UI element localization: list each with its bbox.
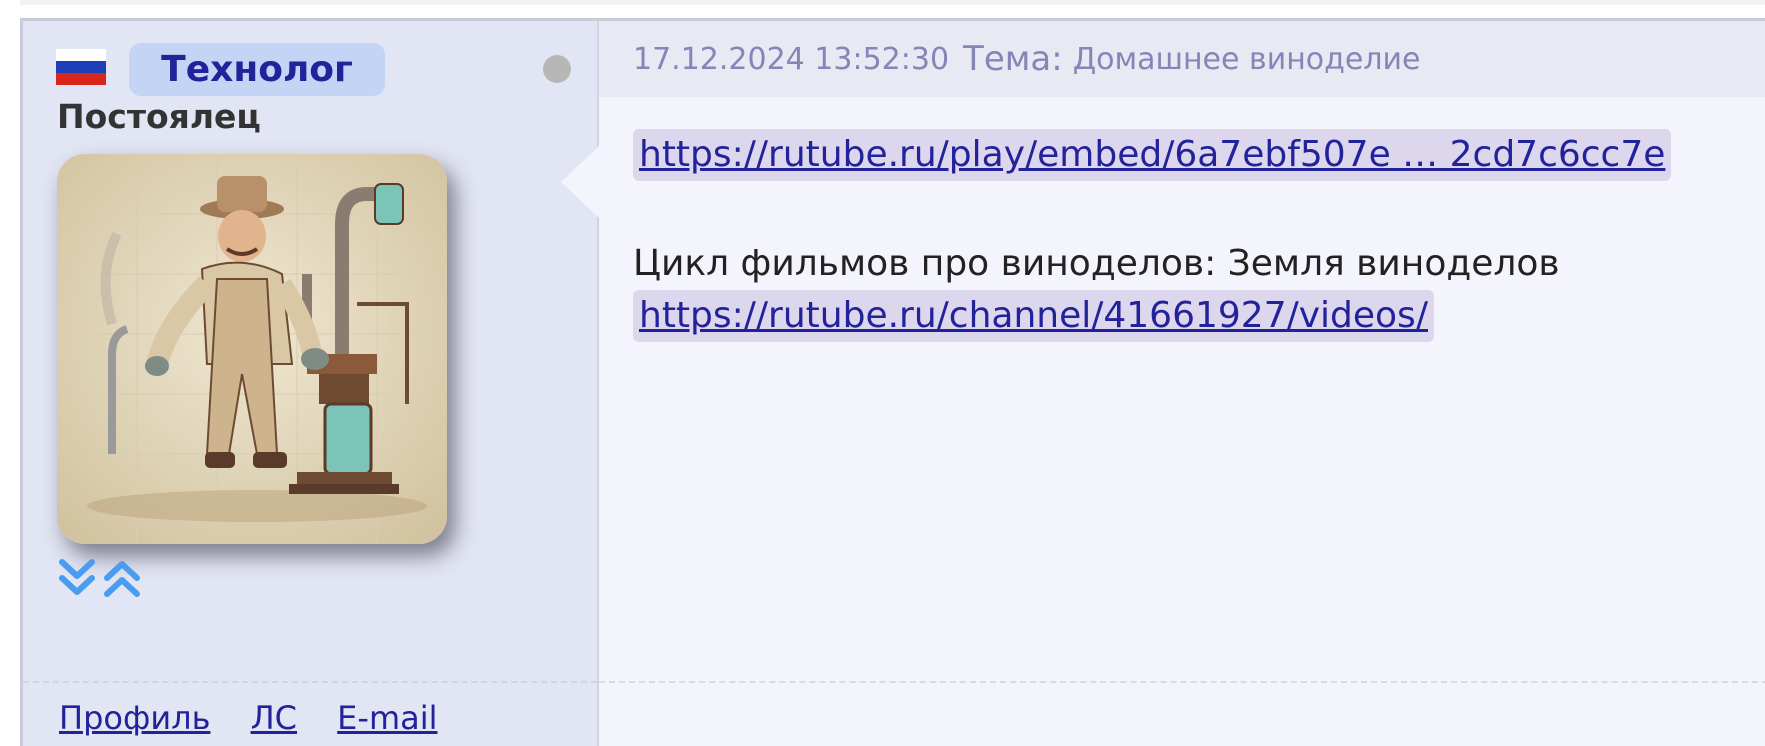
post-text: Цикл фильмов про виноделов: Земля виноде… <box>633 243 1560 284</box>
link-box: https://rutube.ru/channel/41661927/video… <box>633 290 1434 342</box>
russia-flag-icon <box>56 49 106 85</box>
link-box: https://rutube.ru/play/embed/6a7ebf507e … <box>633 129 1672 181</box>
user-info-panel: Технолог Постоялец Профиль ЛС E-mail <box>23 21 599 746</box>
forum-post: Технолог Постоялец Профиль ЛС E-mail 17.… <box>20 18 1765 746</box>
profile-link[interactable]: Профиль <box>59 699 210 737</box>
speech-callout <box>561 146 599 218</box>
user-rank: Постоялец <box>57 97 261 136</box>
topic-label: Тема: <box>963 39 1063 79</box>
user-avatar <box>57 154 447 544</box>
email-link[interactable]: E-mail <box>337 699 437 737</box>
chevron-double-up-icon[interactable] <box>104 561 140 597</box>
post-header: 17.12.2024 13:52:30 Тема: Домашнее винод… <box>599 21 1765 97</box>
post-datetime: 17.12.2024 13:52:30 <box>633 41 950 77</box>
post-body: https://rutube.ru/play/embed/6a7ebf507e … <box>633 129 1672 342</box>
divider <box>23 681 597 683</box>
user-links: Профиль ЛС E-mail <box>59 699 468 737</box>
topic-title: Домашнее виноделие <box>1072 41 1421 77</box>
chevron-double-down-icon[interactable] <box>59 559 95 595</box>
rutube-embed-link[interactable]: https://rutube.ru/play/embed/6a7ebf507e … <box>639 134 1665 175</box>
private-message-link[interactable]: ЛС <box>251 699 297 737</box>
username-button[interactable]: Технолог <box>129 43 385 96</box>
reputation-arrows <box>59 559 140 597</box>
divider <box>599 681 1765 683</box>
rutube-channel-link[interactable]: https://rutube.ru/channel/41661927/video… <box>639 295 1428 336</box>
top-strip <box>20 0 1765 5</box>
offline-status-icon <box>543 55 571 83</box>
